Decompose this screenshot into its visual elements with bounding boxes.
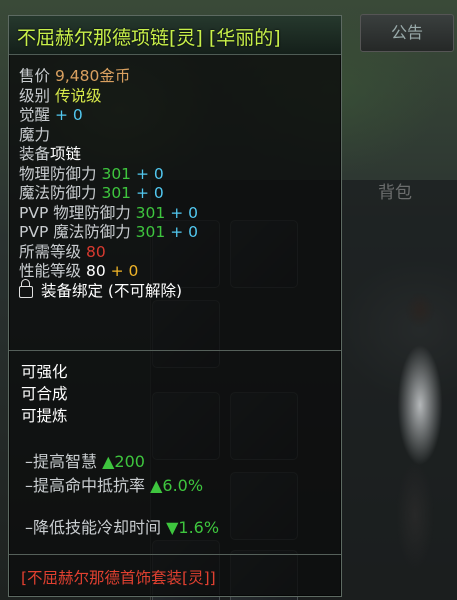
- perf-level-value: 80: [85, 262, 106, 280]
- perf-level-row: 性能等级 80 + 0: [19, 262, 198, 282]
- mag-def-row: 魔法防御力 301 + 0: [19, 184, 198, 204]
- inventory-title: 背包: [378, 183, 412, 203]
- phys-def-label: 物理防御力: [19, 164, 97, 183]
- bonus-value: ▲200: [102, 452, 145, 471]
- pvp-mag-bonus: + 0: [170, 223, 198, 241]
- pvp-mag-value: 301: [135, 223, 166, 241]
- price-value: 9,480: [54, 67, 100, 85]
- equip-value: 项链: [50, 145, 82, 163]
- awaken-row: 觉醒 + 0: [19, 106, 198, 126]
- grade-row: 级别 传说级: [19, 87, 198, 107]
- phys-def-bonus: + 0: [135, 164, 164, 183]
- bonus-row: –提高智慧 ▲200: [25, 450, 219, 474]
- bonus-row: –提高命中抵抗率 ▲6.0%: [25, 474, 219, 498]
- section-divider: [9, 554, 341, 555]
- mag-def-label: 魔法防御力: [19, 184, 97, 202]
- magic-label: 魔力: [19, 125, 51, 144]
- bind-text: 装备绑定 (不可解除): [41, 281, 183, 300]
- req-level-value: 80: [85, 242, 106, 261]
- req-level-row: 所需等级 80: [19, 243, 198, 263]
- item-properties: 可强化 可合成 可提炼: [21, 361, 68, 427]
- pvp-phys-value: 301: [135, 203, 166, 222]
- prop-item: 可合成: [21, 385, 68, 403]
- bonus-row: –降低技能冷却时间 ▼1.6%: [25, 516, 219, 540]
- item-name: 不屈赫尔那德项链[灵] [华丽的]: [17, 27, 281, 49]
- price-row: 售价 9,480金币: [19, 67, 198, 87]
- grade-label: 级别: [19, 86, 51, 105]
- set-name: [不屈赫尔那德首饰套装[灵]]: [21, 569, 216, 587]
- price-label: 售价: [19, 67, 51, 85]
- prop-item: 可强化: [21, 363, 68, 381]
- bonus-value: ▼1.6%: [166, 518, 220, 537]
- awaken-value: + 0: [54, 106, 83, 124]
- lock-icon: [19, 278, 33, 298]
- section-divider: [9, 350, 341, 351]
- player-character: [385, 285, 455, 600]
- bonus-value: ▲6.0%: [150, 476, 204, 495]
- pvp-phys-bonus: + 0: [170, 203, 198, 222]
- pvp-phys-label: PVP 物理防御力: [19, 203, 131, 222]
- pvp-phys-row: PVP 物理防御力 301 + 0: [19, 204, 198, 224]
- pvp-mag-label: PVP 魔法防御力: [19, 223, 131, 241]
- price-unit: 金币: [99, 67, 131, 85]
- grade-value: 传说级: [54, 86, 102, 105]
- bonus-stats: –提高智慧 ▲200 –提高命中抵抗率 ▲6.0% –降低技能冷却时间 ▼1.6…: [25, 450, 219, 540]
- perf-level-bonus: + 0: [110, 262, 139, 280]
- equip-label: 装备: [19, 145, 51, 163]
- magic-row: 魔力: [19, 126, 198, 146]
- awaken-label: 觉醒: [19, 106, 51, 124]
- item-tooltip: 不屈赫尔那德项链[灵] [华丽的] 售价 9,480金币 级别 传说级 觉醒 +…: [8, 15, 342, 597]
- bind-row: 装备绑定 (不可解除): [19, 278, 198, 302]
- mag-def-value: 301: [101, 184, 132, 202]
- prop-item: 可提炼: [21, 407, 68, 425]
- req-level-label: 所需等级: [19, 242, 82, 261]
- notice-button[interactable]: 公告: [360, 14, 454, 52]
- bonus-label: –提高命中抵抗率: [25, 476, 146, 495]
- perf-level-label: 性能等级: [19, 262, 82, 280]
- item-stats: 售价 9,480金币 级别 传说级 觉醒 + 0 魔力 装备项链 物理防御力 3…: [19, 67, 198, 301]
- equip-row: 装备项链: [19, 145, 198, 165]
- phys-def-row: 物理防御力 301 + 0: [19, 165, 198, 185]
- phys-def-value: 301: [101, 164, 132, 183]
- bonus-label: –提高智慧: [25, 452, 98, 471]
- mag-def-bonus: + 0: [135, 184, 164, 202]
- tooltip-title-bar: 不屈赫尔那德项链[灵] [华丽的]: [9, 16, 341, 55]
- pvp-mag-row: PVP 魔法防御力 301 + 0: [19, 223, 198, 243]
- bonus-label: –降低技能冷却时间: [25, 518, 162, 537]
